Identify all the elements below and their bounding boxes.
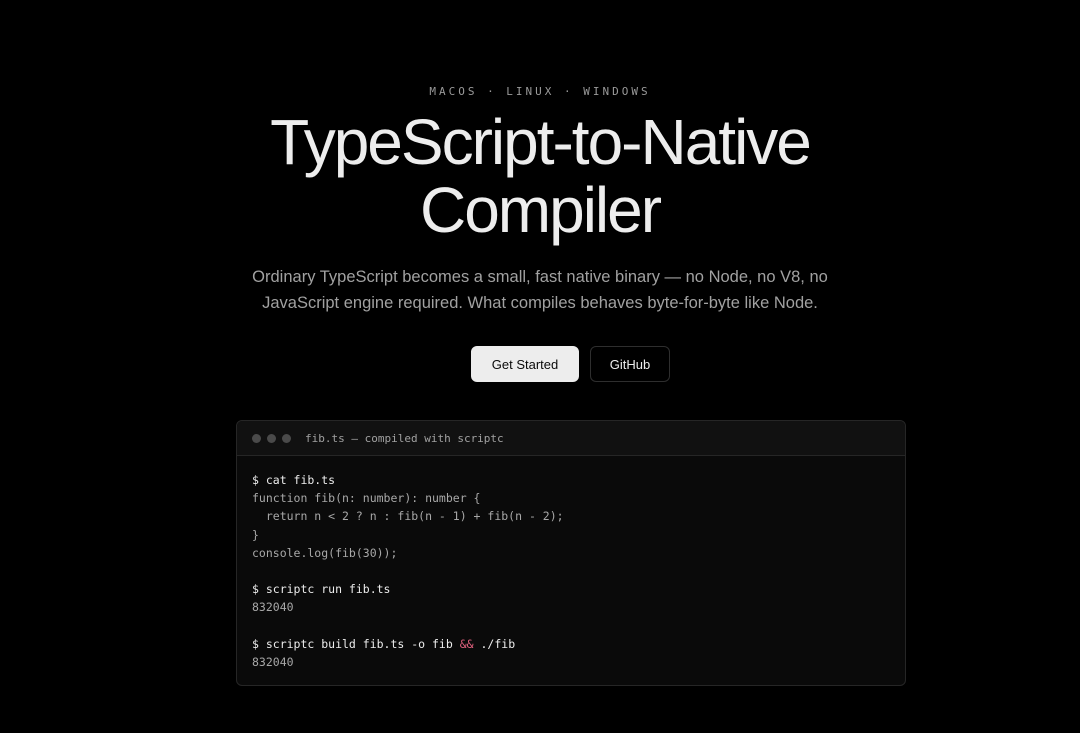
close-dot-icon xyxy=(252,433,261,443)
minimize-dot-icon xyxy=(267,433,276,443)
terminal-line: 832040 xyxy=(252,600,294,615)
terminal-line: $ scriptc build fib.ts -o fib && ./fib xyxy=(252,635,890,653)
terminal-title-bar: fib.ts — compiled with scriptc xyxy=(237,421,905,456)
hero-subtitle-line-1: Ordinary TypeScript becomes a small, fas… xyxy=(252,268,828,286)
terminal-line: 832040 xyxy=(252,654,294,669)
terminal-title: fib.ts — compiled with scriptc xyxy=(305,431,504,445)
terminal-line: function fib(n: number): number { xyxy=(252,491,481,506)
terminal-line: return n < 2 ? n : fib(n - 1) + fib(n - … xyxy=(252,509,564,524)
page-title-line-1: TypeScript-to-Native xyxy=(270,106,812,178)
terminal-line: $ scriptc run fib.ts xyxy=(252,582,391,597)
maximize-dot-icon xyxy=(282,433,291,443)
terminal-line: $ cat fib.ts xyxy=(252,473,336,487)
terminal-line: } xyxy=(252,527,259,542)
terminal-window: fib.ts — compiled with scriptc $ cat fib… xyxy=(236,420,906,686)
platforms-label: MACOS · LINUX · WINDOWS xyxy=(429,85,651,98)
github-button[interactable]: GitHub xyxy=(590,346,670,382)
hero-subtitle-line-2: JavaScript engine required. What compile… xyxy=(262,294,818,312)
page-title-line-2: Compiler xyxy=(419,174,662,246)
get-started-button[interactable]: Get Started xyxy=(471,346,579,382)
hero-subtitle: Ordinary TypeScript becomes a small, fas… xyxy=(240,264,840,316)
terminal-output: $ cat fib.ts function fib(n: number): num… xyxy=(237,456,905,671)
terminal-command-text: ./fib xyxy=(473,636,516,651)
terminal-line: console.log(fib(30)); xyxy=(252,545,398,560)
terminal-command-text: $ scriptc build fib.ts -o fib xyxy=(252,636,460,651)
page-title: TypeScript-to-Native Compiler xyxy=(0,108,1080,244)
terminal-operator: && xyxy=(459,636,474,651)
